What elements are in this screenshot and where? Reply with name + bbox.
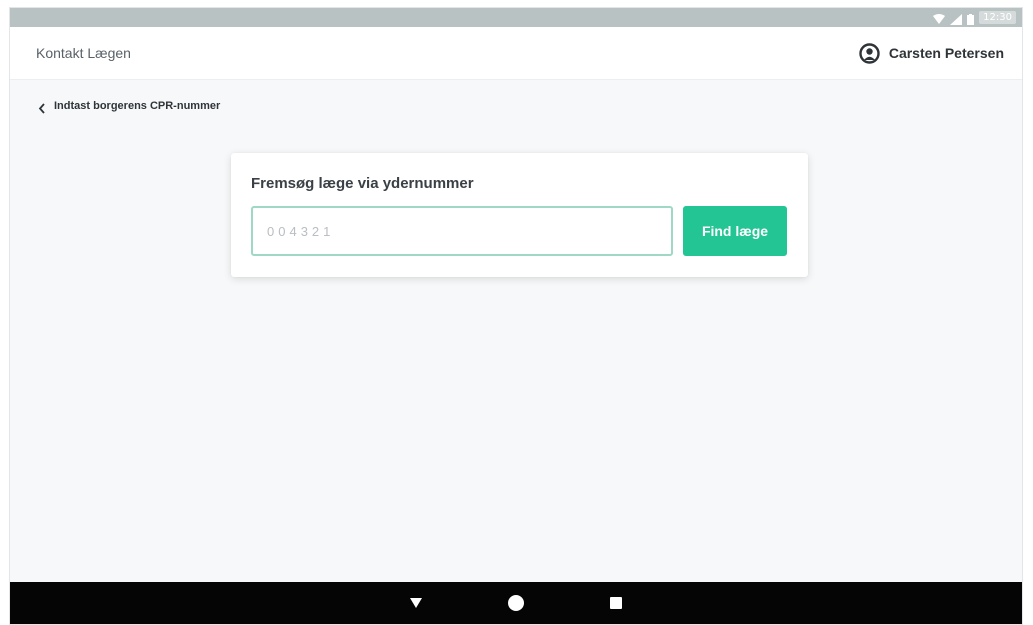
user-menu[interactable]: Carsten Petersen <box>859 42 1004 64</box>
back-triangle-icon[interactable] <box>406 593 426 613</box>
search-card: Fremsøg læge via ydernummer Find læge <box>231 153 808 277</box>
status-time: 12:30 <box>979 11 1016 24</box>
signal-icon <box>950 12 963 25</box>
home-circle-icon[interactable] <box>506 593 526 613</box>
search-row: Find læge <box>251 206 788 256</box>
app-title: Kontakt Lægen <box>36 45 131 61</box>
back-link[interactable]: Indtast borgerens CPR-nummer <box>38 100 221 114</box>
battery-icon <box>967 12 975 25</box>
device-screen: 12:30 Kontakt Lægen Carsten Petersen Ind… <box>10 8 1022 624</box>
wifi-icon <box>933 12 946 24</box>
chevron-left-icon <box>38 101 46 114</box>
android-nav-bar <box>10 582 1022 624</box>
find-doctor-button[interactable]: Find læge <box>683 206 787 256</box>
user-name: Carsten Petersen <box>888 45 1004 61</box>
back-link-label: Indtast borgerens CPR-nummer <box>54 100 221 112</box>
app-header: Kontakt Lægen Carsten Petersen <box>10 27 1022 80</box>
status-bar: 12:30 <box>10 8 1022 27</box>
user-avatar-icon <box>859 42 880 64</box>
recents-square-icon[interactable] <box>606 593 626 613</box>
search-card-title: Fremsøg læge via ydernummer <box>251 175 474 192</box>
provider-number-input[interactable] <box>251 206 673 256</box>
